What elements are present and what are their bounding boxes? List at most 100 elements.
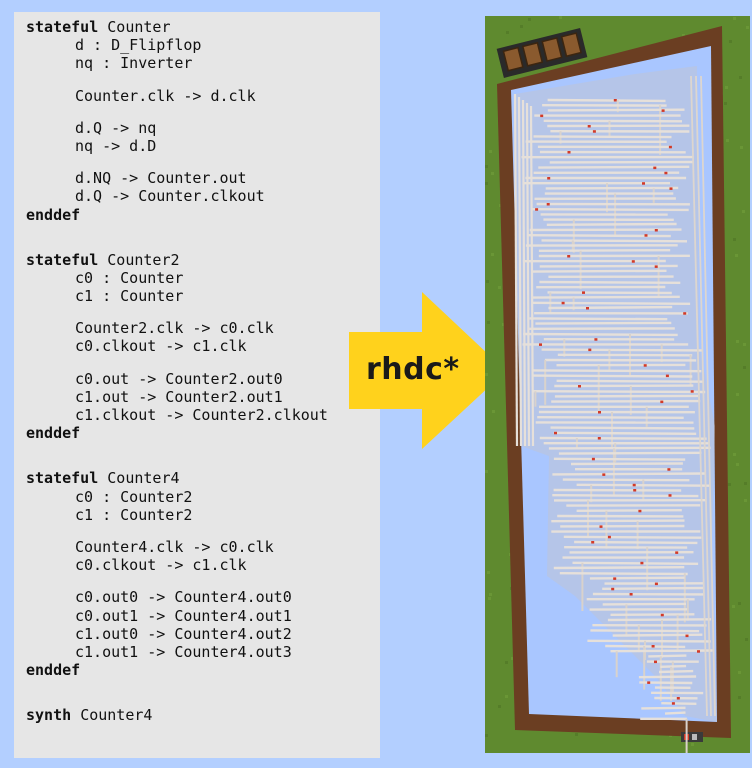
redstone-dot — [632, 483, 636, 487]
grass-texel — [528, 18, 531, 21]
grass-texel — [728, 483, 731, 486]
code-line: d : D_Flipflop — [26, 36, 328, 54]
code-line: nq : Inverter — [26, 54, 328, 72]
code-text: Counter4.clk -> c0.clk — [75, 537, 274, 556]
wire — [541, 348, 703, 352]
redstone-dot — [654, 660, 657, 664]
code-text: c0.out0 -> Counter4.out0 — [75, 588, 292, 607]
grass-texel — [559, 16, 562, 19]
wire — [660, 664, 687, 668]
redstone-dot — [567, 151, 571, 154]
grass-texel — [742, 210, 745, 213]
redstone-dot — [660, 400, 664, 404]
wire — [532, 295, 680, 299]
wire — [589, 576, 685, 580]
grass-texel — [733, 17, 736, 20]
grass-texel — [485, 734, 488, 737]
redstone-dot — [588, 348, 592, 352]
synth-target: Counter4 — [80, 706, 153, 725]
redstone-dot — [683, 312, 687, 315]
wire — [537, 416, 684, 419]
wire — [551, 519, 685, 523]
grass-texel — [733, 453, 736, 456]
redstone-dot — [535, 208, 539, 211]
wire — [553, 431, 697, 435]
grass-texel — [733, 238, 736, 241]
grass-texel — [486, 280, 489, 283]
grass-texel — [485, 373, 488, 376]
code-text: d : D_Flipflop — [75, 36, 202, 55]
source-code: stateful Counter d : D_Flipflop nq : Inver… — [26, 18, 328, 724]
code-line: c1 : Counter — [26, 287, 328, 305]
grass-texel — [744, 499, 747, 502]
redstone-dot — [633, 489, 637, 492]
code-text: c0 : Counter — [75, 268, 184, 287]
redstone-dot — [540, 114, 544, 118]
grass-texel — [491, 253, 494, 256]
code-text: c1.out0 -> Counter4.out2 — [75, 624, 292, 643]
code-text: c1 : Counter — [75, 287, 184, 306]
redstone-dot — [586, 307, 589, 310]
code-text: d.NQ -> Counter.out — [75, 169, 247, 188]
keyword: stateful — [26, 469, 99, 488]
code-text: c1.out1 -> Counter4.out3 — [75, 642, 292, 661]
wire — [552, 472, 706, 476]
wire — [531, 208, 689, 212]
code-line: Counter2.clk -> c0.clk — [26, 319, 328, 337]
grass-texel — [736, 393, 739, 396]
redstone-dot — [642, 182, 645, 185]
wire — [602, 602, 687, 606]
redstone-dot — [668, 145, 672, 149]
redstone-dot — [594, 338, 598, 341]
code-text: Counter2.clk -> c0.clk — [75, 319, 274, 338]
redstone-dot — [640, 561, 644, 565]
wire — [641, 706, 686, 710]
wire — [547, 98, 666, 103]
wire — [602, 586, 705, 590]
redstone-dot — [561, 301, 565, 305]
wire — [527, 234, 671, 238]
module-name: Counter — [107, 18, 171, 36]
grass-texel — [744, 482, 747, 485]
redstone-dot — [597, 437, 601, 440]
wire — [638, 675, 697, 679]
wire — [570, 462, 683, 466]
wire — [548, 446, 711, 450]
grass-texel — [745, 638, 748, 641]
redstone-dot — [654, 229, 658, 232]
wire — [559, 572, 688, 576]
wire — [538, 249, 671, 252]
redstone-dot — [661, 109, 665, 112]
redstone-dot — [667, 468, 671, 471]
grass-texel — [732, 605, 735, 608]
keyword: stateful — [26, 18, 99, 36]
block-end: enddef — [26, 661, 328, 679]
redstone-dot — [547, 177, 551, 180]
redstone-dot — [611, 587, 615, 591]
redstone-dot — [665, 374, 669, 378]
code-panel: stateful Counter d : D_Flipflop nq : Inver… — [14, 12, 380, 758]
code-text: nq -> d.D — [75, 136, 157, 155]
code-text: c0.clkout -> c1.clk — [75, 556, 247, 575]
redstone-dot — [546, 203, 550, 206]
wire — [610, 613, 695, 616]
code-line: c0.clkout -> c1.clk — [26, 337, 328, 355]
code-line: c1 : Counter2 — [26, 506, 328, 524]
redstone-dot — [602, 473, 606, 476]
block-header: stateful Counter2 — [26, 251, 328, 269]
code-text: d.Q -> nq — [75, 118, 157, 137]
redstone-dot — [554, 431, 557, 435]
wire — [658, 669, 694, 674]
grass-texel — [691, 743, 694, 746]
grass-texel — [505, 695, 508, 698]
wire — [545, 186, 679, 190]
wire — [558, 451, 702, 455]
grass-texel — [746, 26, 749, 29]
block-end: enddef — [26, 206, 328, 224]
wire — [538, 165, 690, 169]
wire — [550, 426, 695, 430]
